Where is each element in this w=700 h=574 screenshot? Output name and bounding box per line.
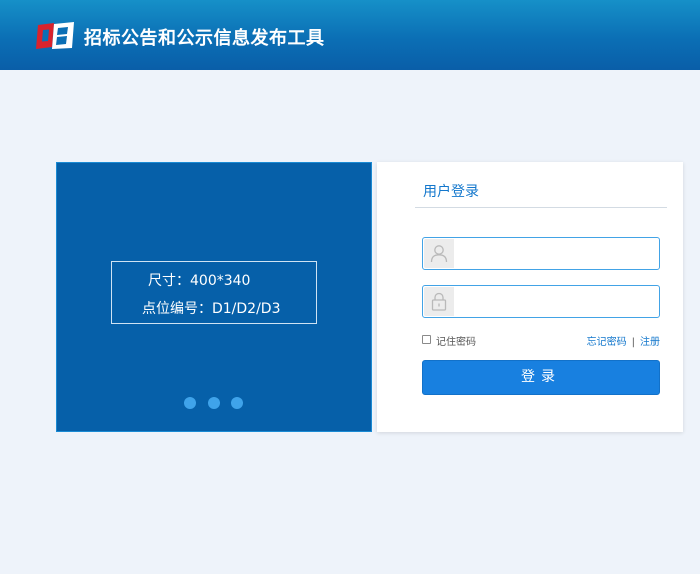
carousel-dot-2[interactable] [208,397,220,409]
forgot-password-link[interactable]: 忘记密码 [587,337,627,348]
auth-links: 忘记密码 | 注册 [587,333,660,348]
remember-label: 记住密码 [436,337,476,348]
carousel-dot-1[interactable] [184,397,196,409]
remember-checkbox[interactable] [422,335,431,344]
banner-size-text: 尺寸：400*340 [148,273,251,289]
cebp-logo-icon [36,22,74,49]
username-input[interactable] [455,239,657,268]
password-input[interactable] [455,287,657,316]
login-title: 用户登录 [423,184,479,200]
title-divider [415,207,667,208]
carousel-dot-3[interactable] [231,397,243,409]
banner-code-text: 点位编号：D1/D2/D3 [142,301,281,317]
user-icon [424,239,454,268]
lock-icon [424,287,454,316]
login-panel: 用户登录 记住密码 忘记密码 | 注册 登录 [377,162,683,432]
login-button[interactable]: 登录 [422,360,660,395]
password-field [422,285,660,318]
username-field [422,237,660,270]
banner-placeholder-box: 尺寸：400*340 点位编号：D1/D2/D3 [111,261,317,324]
app-header: 招标公告和公示信息发布工具 [0,0,700,70]
app-title: 招标公告和公示信息发布工具 [84,28,325,49]
register-link[interactable]: 注册 [640,337,660,348]
link-separator: | [631,337,635,348]
banner-carousel: 尺寸：400*340 点位编号：D1/D2/D3 [56,162,372,432]
